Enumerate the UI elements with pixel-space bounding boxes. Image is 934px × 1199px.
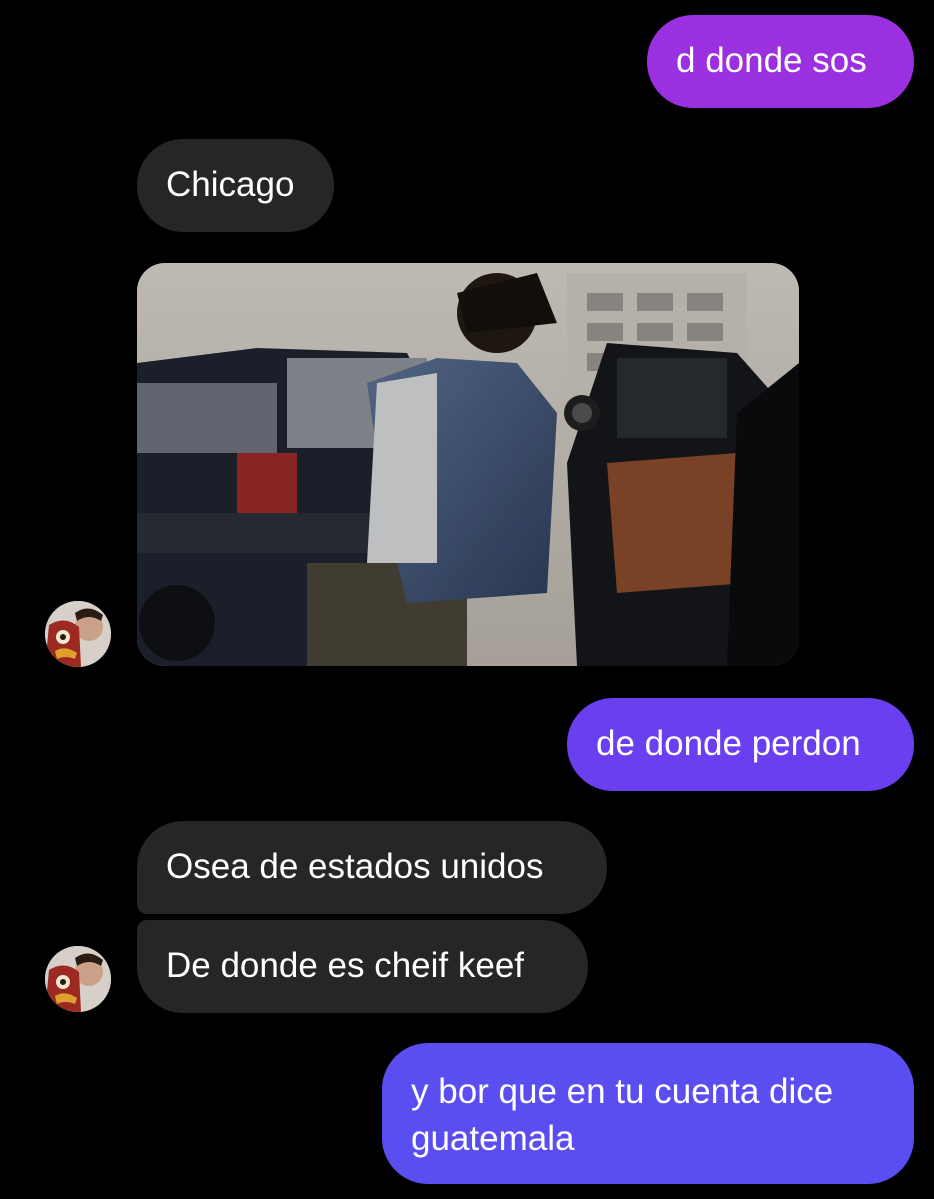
message-bubble-outgoing[interactable]: d donde sos [647,15,914,108]
contact-avatar[interactable] [45,946,111,1012]
avatar-image [45,946,111,1012]
avatar-image [45,601,111,667]
message-text-line: guatemala [411,1119,575,1158]
gif-message[interactable] [137,263,799,666]
gif-image [137,263,799,666]
message-text: de donde perdon [596,724,861,763]
message-bubble-outgoing[interactable]: de donde perdon [567,698,914,791]
message-text: De donde es cheif keef [166,946,525,985]
message-text: Osea de estados unidos [166,847,544,886]
message-bubble-incoming[interactable]: De donde es cheif keef [137,920,588,1013]
message-bubble-outgoing[interactable]: y bor que en tu cuenta dice guatemala [382,1043,914,1184]
message-bubble-incoming[interactable]: Chicago [137,139,334,232]
message-text: Chicago [166,165,295,204]
message-text-line: y bor que en tu cuenta dice [411,1072,834,1111]
message-text: d donde sos [676,41,867,80]
message-bubble-incoming[interactable]: Osea de estados unidos [137,821,607,914]
contact-avatar[interactable] [45,601,111,667]
